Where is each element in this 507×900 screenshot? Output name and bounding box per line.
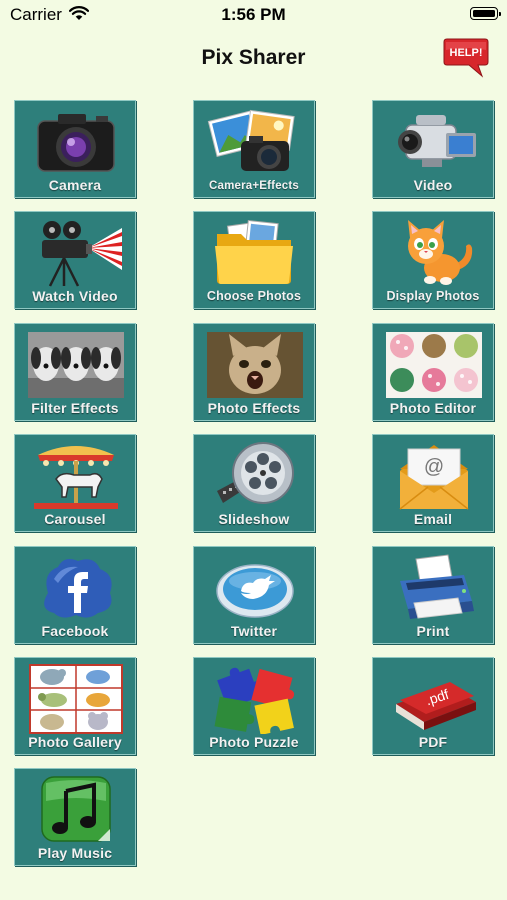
folder-icon — [215, 219, 293, 284]
tile-label: Slideshow — [218, 511, 290, 527]
gallery-grid-icon — [29, 664, 123, 734]
projector-icon — [42, 221, 122, 287]
puzzle-pieces-icon — [214, 667, 295, 734]
filter-effects-tile[interactable]: Filter Effects — [14, 323, 136, 421]
photo-effects-tile[interactable]: Photo Effects — [193, 323, 315, 421]
print-tile[interactable]: Print — [372, 546, 494, 644]
music-note-icon — [41, 776, 111, 842]
photo-gallery-tile[interactable]: Photo Gallery — [14, 657, 136, 755]
tile-label: Photo Puzzle — [209, 734, 299, 750]
camera-icon — [37, 114, 115, 172]
help-bubble-icon: HELP! — [443, 38, 489, 78]
tile-label: Carousel — [44, 511, 106, 527]
facebook-icon — [44, 559, 112, 618]
facebook-tile[interactable]: Facebook — [14, 546, 136, 644]
pdf-book-icon: .pdf — [396, 682, 476, 730]
tile-label: PDF — [418, 734, 448, 750]
tile-label: Photo Effects — [207, 400, 301, 416]
kitten-icon — [408, 220, 473, 285]
status-bar: Carrier 1:56 PM — [0, 0, 507, 30]
tile-label: Display Photos — [386, 289, 480, 303]
watch-video-tile[interactable]: Watch Video — [14, 211, 136, 309]
film-reel-icon — [217, 442, 294, 504]
help-label: HELP! — [450, 47, 483, 59]
puppies-photo-icon — [28, 332, 124, 398]
tile-label: Twitter — [230, 623, 278, 639]
tile-label: Photo Gallery — [28, 734, 122, 750]
camera-effects-tile[interactable]: Camera+Effects — [193, 100, 315, 198]
video-tile[interactable]: Video — [372, 100, 494, 198]
slideshow-tile[interactable]: Slideshow — [193, 434, 315, 532]
battery-icon — [470, 7, 501, 20]
status-time: 1:56 PM — [221, 5, 286, 24]
video-camera-icon — [398, 115, 476, 167]
tile-label: Choose Photos — [206, 289, 302, 303]
nav-bar: Pix Sharer — [0, 30, 507, 90]
display-photos-tile[interactable]: Display Photos — [372, 211, 494, 309]
tile-label: Play Music — [37, 845, 113, 861]
photo-editor-tile[interactable]: Photo Editor — [372, 323, 494, 421]
email-envelope-icon: @ — [399, 445, 469, 510]
tile-label: Filter Effects — [31, 400, 119, 416]
tile-label: Facebook — [41, 623, 109, 639]
tile-label: Camera+Effects — [208, 180, 300, 192]
twitter-tile[interactable]: Twitter — [193, 546, 315, 644]
pdf-tile[interactable]: .pdf PDF — [372, 657, 494, 755]
play-music-tile[interactable]: Play Music — [14, 768, 136, 866]
camera-effects-icon — [207, 109, 295, 171]
carousel-tile[interactable]: Carousel — [14, 434, 136, 532]
page-title: Pix Sharer — [201, 46, 306, 69]
svg-text:@: @ — [424, 456, 444, 478]
tile-label: Print — [416, 623, 450, 639]
help-button[interactable]: HELP! — [442, 38, 490, 78]
email-tile[interactable]: @ Email — [372, 434, 494, 532]
cupcakes-photo-icon — [386, 332, 482, 398]
tile-label: Camera — [48, 177, 102, 193]
carousel-icon — [34, 446, 118, 509]
tile-label: Photo Editor — [389, 400, 477, 416]
photo-puzzle-tile[interactable]: Photo Puzzle — [193, 657, 315, 755]
twitter-bird-icon — [216, 564, 294, 618]
tile-label: Video — [413, 177, 453, 193]
printer-icon — [400, 554, 474, 619]
tile-label: Email — [413, 511, 453, 527]
choose-photos-tile[interactable]: Choose Photos — [193, 211, 315, 309]
tile-label: Watch Video — [32, 288, 118, 304]
cat-photo-icon — [207, 332, 303, 398]
camera-tile[interactable]: Camera — [14, 100, 136, 198]
